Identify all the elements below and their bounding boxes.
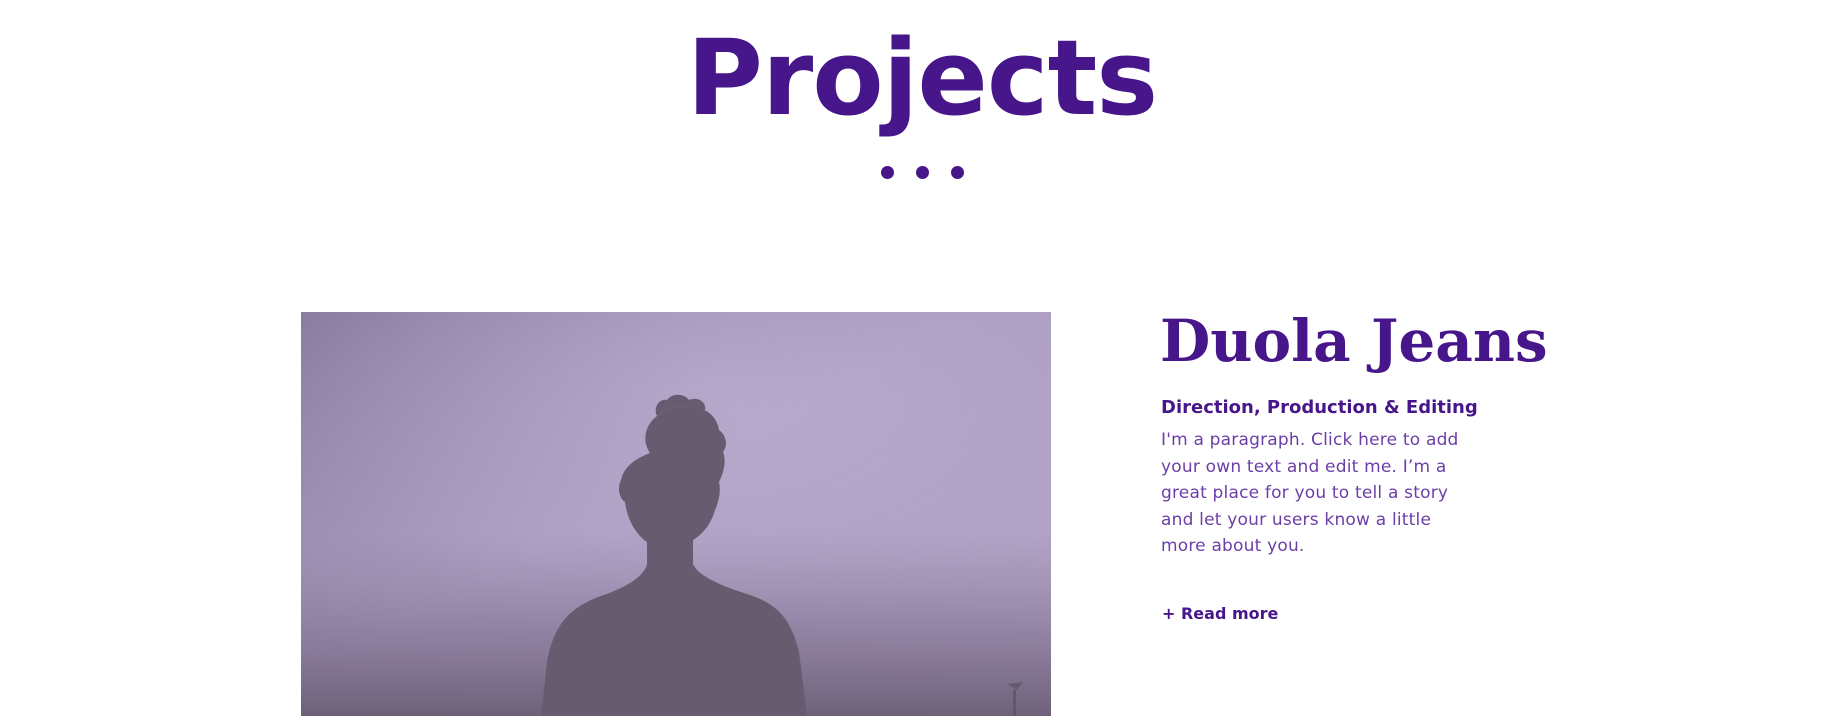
dot-icon [880, 166, 894, 179]
read-more-link[interactable]: + Read more [1162, 602, 1278, 626]
page-title: Projects [686, 17, 1158, 139]
project-image[interactable] [301, 312, 1051, 716]
dot-icon [950, 166, 964, 179]
project-subtitle: Direction, Production & Editing [1161, 397, 1478, 418]
project-description[interactable]: I'm a paragraph. Click here to add your … [1161, 427, 1471, 560]
dot-icon [915, 166, 929, 179]
three-dots-icon [0, 166, 1844, 179]
project-image-artwork [301, 312, 1051, 716]
project-title: Duola Jeans [1160, 307, 1548, 375]
